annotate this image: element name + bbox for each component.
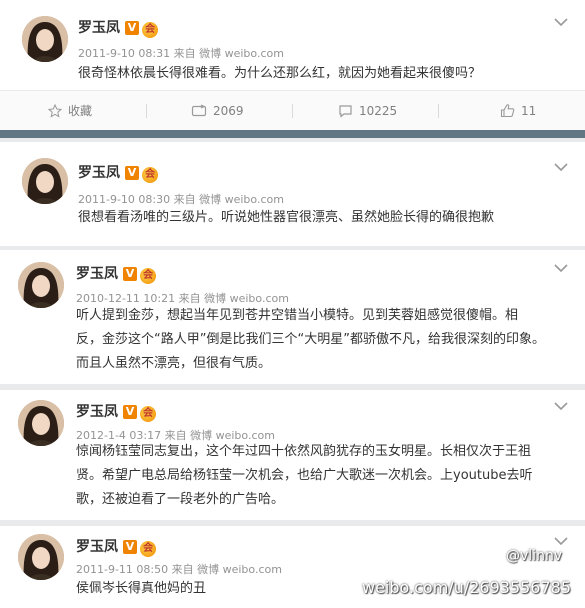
post-text-line: 反，金莎这个“路人甲”倒是比我们三个“大明星”都骄傲不凡，给我很深刻的印象。 (76, 332, 545, 347)
post-text: 听人提到金莎，想起当年见到苍井空错当小模特。见到芙蓉姐感觉很傻帽。相 反，金莎这… (76, 304, 545, 376)
avatar[interactable] (18, 534, 64, 580)
comment-button[interactable]: 10225 (338, 91, 397, 131)
verified-badge: V (123, 405, 137, 419)
verified-badge: V (125, 21, 139, 35)
watermark-handle: @vlinnv (506, 548, 563, 564)
repost-count: 2069 (213, 104, 244, 118)
username[interactable]: 罗玉凤 V 会 (78, 17, 158, 38)
favorite-label: 收藏 (68, 104, 93, 118)
thumbs-up-icon (500, 104, 515, 118)
action-toolbar: 收藏 2069 10225 11 (0, 90, 585, 131)
weibo-post-4: 罗玉凤 V 会 2012-1-4 03:17 来自 微博 weibo.com 惊闻杨… (0, 390, 585, 520)
like-count: 11 (521, 104, 537, 118)
weibo-post-2: 罗玉凤 V 会 2011-9-10 08:30 来自 微博 weibo.com 很想… (0, 142, 585, 246)
chevron-down-icon[interactable] (553, 536, 569, 546)
avatar[interactable] (18, 262, 64, 308)
divider (438, 104, 439, 118)
repost-icon (191, 104, 207, 117)
post-text-line: 很想看看汤唯的三级片。听说她性器官很漂亮、虽然她脸长得的确很抱歉 (78, 210, 495, 225)
divider (292, 104, 293, 118)
post-text-line: 听人提到金莎，想起当年见到苍井空错当小模特。见到芙蓉姐感觉很傻帽。相 (76, 308, 519, 323)
username[interactable]: 罗玉凤 V 会 (78, 162, 158, 183)
post-text-line: 而且人虽然不漂亮，但很有气质。 (76, 356, 272, 371)
username[interactable]: 罗玉凤 V 会 (76, 401, 156, 422)
member-medal-icon: 会 (140, 406, 156, 422)
weibo-post-1: 罗玉凤 V 会 2011-9-10 08:31 来自 微博 weibo.com 很奇… (0, 0, 585, 131)
post-text-line: 侯佩岑长得真他妈的丑 (76, 581, 207, 596)
divider (146, 104, 147, 118)
avatar[interactable] (22, 16, 68, 62)
avatar[interactable] (18, 400, 64, 446)
verified-badge: V (123, 540, 137, 554)
chevron-down-icon[interactable] (553, 401, 569, 411)
post-meta: 2011-9-11 08:50 来自 微博 weibo.com (76, 563, 282, 576)
post-meta: 2011-9-10 08:30 来自 微博 weibo.com (78, 193, 284, 206)
post-text: 很奇怪林依晨长得很难看。为什么还那么红，就因为她看起来很傻吗？ (78, 62, 481, 86)
post-text-line: 歌，还被迫看了一段老外的广告哈。 (76, 492, 285, 507)
comment-count: 10225 (359, 104, 398, 118)
star-icon (47, 103, 63, 118)
watermark-url: weibo.com/u/2693556785 (362, 578, 572, 597)
post-text-line: 贤。希望广电总局给杨钰莹一次机会，也给广大歌迷一次机会。上youtube去听 (76, 468, 533, 483)
chevron-down-icon[interactable] (553, 17, 569, 27)
member-medal-icon: 会 (140, 541, 156, 557)
member-medal-icon: 会 (142, 22, 158, 38)
section-divider-bar (0, 130, 585, 138)
chevron-down-icon[interactable] (553, 162, 569, 172)
verified-badge: V (125, 166, 139, 180)
post-text: 侯佩岑长得真他妈的丑 (76, 577, 206, 601)
username[interactable]: 罗玉凤 V 会 (76, 263, 156, 284)
post-text-line: 很奇怪林依晨长得很难看。为什么还那么红，就因为她看起来很傻吗？ (78, 66, 482, 81)
post-text-line: 惊闻杨钰莹同志复出，这个年过四十依然风韵犹存的玉女明星。长相仅次于王祖 (76, 444, 532, 459)
member-medal-icon: 会 (140, 268, 156, 284)
member-medal-icon: 会 (142, 167, 158, 183)
verified-badge: V (123, 267, 137, 281)
chevron-down-icon[interactable] (553, 263, 569, 273)
favorite-button[interactable]: 收藏 (47, 91, 93, 131)
comment-icon (339, 105, 352, 118)
like-button[interactable]: 11 (500, 91, 536, 131)
username[interactable]: 罗玉凤 V 会 (76, 536, 156, 557)
avatar[interactable] (22, 158, 68, 204)
weibo-post-3: 罗玉凤 V 会 2010-12-11 10:21 来自 微博 weibo.com 听… (0, 250, 585, 384)
post-text: 惊闻杨钰莹同志复出，这个年过四十依然风韵犹存的玉女明星。长相仅次于王祖 贤。希望… (76, 440, 532, 512)
repost-button[interactable]: 2069 (191, 91, 244, 131)
post-text: 很想看看汤唯的三级片。听说她性器官很漂亮、虽然她脸长得的确很抱歉 (78, 206, 494, 230)
post-meta: 2011-9-10 08:31 来自 微博 weibo.com (78, 47, 284, 60)
